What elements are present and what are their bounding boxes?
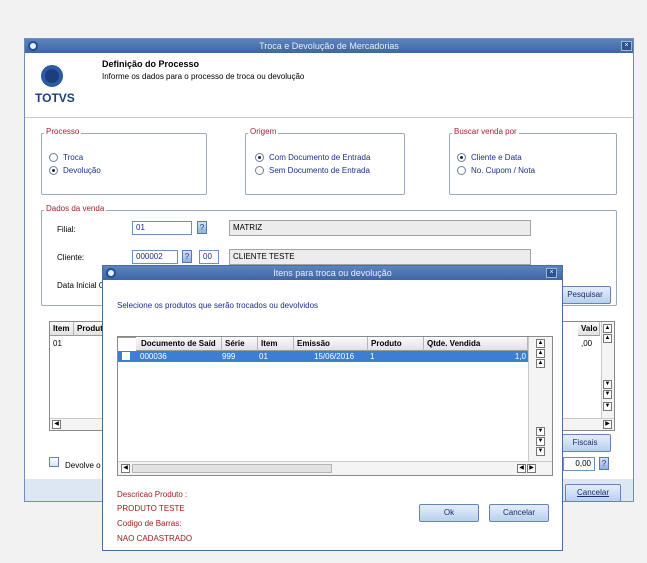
dialog-scroll-top-icon[interactable]: ▲ [536, 339, 545, 348]
descricao-label: Descricao Produto : [117, 490, 188, 499]
dialog-scroll-bottom-icon[interactable]: ▼ [536, 447, 545, 456]
origem-group [245, 133, 405, 195]
app-icon [28, 41, 38, 51]
logo-ring-icon [41, 65, 63, 87]
sem-documento-radio[interactable] [255, 166, 264, 175]
col-produto-header[interactable]: Produt [74, 322, 104, 336]
dialog-scroll-left-icon[interactable]: ◀ [121, 464, 130, 473]
table-row[interactable]: 000036 999 01 15/06/2016 1 1,0 [118, 351, 528, 362]
scroll-top-icon[interactable]: ▲ [603, 324, 612, 333]
dialog-title: Itens para troca ou devolução [273, 268, 392, 278]
cell-qtde: 1,0 [514, 352, 526, 361]
cliente-data-label: Cliente e Data [471, 153, 522, 162]
cell-serie: 999 [222, 352, 236, 361]
dialog-instruction: Selecione os produtos que serão trocados… [117, 301, 319, 310]
cupom-nota-radio[interactable] [457, 166, 466, 175]
ok-button[interactable]: Ok [419, 504, 479, 522]
scroll-left-icon[interactable]: ◀ [52, 420, 61, 429]
loja-field[interactable]: 00 [199, 250, 219, 264]
cliente-data-radio[interactable] [457, 153, 466, 162]
col-valor-header[interactable]: Valo [578, 322, 600, 336]
row-checkbox[interactable] [122, 352, 130, 360]
cell-item: 01 [259, 352, 268, 361]
cliente-lookup-button[interactable]: ? [182, 250, 192, 263]
data-inicial-label: Data Inicial C [57, 281, 105, 290]
devolucao-radio[interactable] [49, 166, 58, 175]
main-cancelar-button[interactable]: Cancelar [565, 484, 621, 502]
troca-label: Troca [63, 153, 84, 162]
sem-documento-label: Sem Documento de Entrada [269, 166, 370, 175]
logo-text: TOTVS [35, 91, 75, 105]
filial-lookup-button[interactable]: ? [197, 221, 207, 234]
devolucao-label: Devolução [63, 166, 101, 175]
cell-emissao: 15/06/2016 [314, 352, 355, 361]
dialog-horizontal-scrollbar[interactable]: ◀ ◀ ▶ [118, 461, 552, 475]
dialog-close-icon[interactable]: × [546, 268, 557, 278]
col-qtde-header[interactable]: Qtde. Vendida [424, 337, 528, 351]
cell-produto: 1 [370, 352, 375, 361]
cupom-nota-label: No. Cupom / Nota [471, 166, 536, 175]
dialog-scroll-down-icon[interactable]: ▼ [536, 427, 545, 436]
origem-legend: Origem [248, 127, 279, 137]
main-titlebar: Troca e Devolução de Mercadorias [25, 39, 633, 53]
descricao-value: PRODUTO TESTE [117, 504, 185, 513]
processo-legend: Processo [44, 127, 82, 137]
col-serie-header[interactable]: Série [222, 337, 258, 351]
header-divider [25, 117, 633, 118]
com-documento-label: Com Documento de Entrada [269, 153, 371, 162]
dialog-scroll-up-icon[interactable]: ▲ [536, 349, 545, 358]
col-item-header[interactable]: Item [258, 337, 294, 351]
col-documento-header[interactable]: Documento de Saíd [136, 337, 222, 351]
select-col-header[interactable] [118, 337, 136, 338]
col-item-header[interactable]: Item [50, 322, 74, 336]
cliente-label: Cliente: [57, 253, 85, 262]
dialog-titlebar: Itens para troca ou devolução [103, 266, 562, 280]
header-title: Definição do Processo [102, 59, 200, 69]
dialog-scroll-pagedown-icon[interactable]: ▼ [536, 437, 545, 446]
dialog-cancelar-button[interactable]: Cancelar [489, 504, 549, 522]
dialog-scroll-right-icon[interactable]: ◀ [517, 464, 526, 473]
fiscais-button[interactable]: Fiscais [559, 434, 611, 452]
filial-label: Filial: [57, 225, 76, 234]
total-field[interactable]: 0,00 [563, 457, 595, 471]
dialog-vertical-scrollbar[interactable]: ▲ ▲ ▲ ▼ ▼ ▼ [528, 337, 552, 461]
col-produto-header[interactable]: Produto [368, 337, 424, 351]
dados-legend: Dados da venda [44, 204, 107, 214]
filial-desc-field: MATRIZ [229, 220, 531, 236]
dialog-app-icon [106, 268, 116, 278]
scroll-right-icon[interactable]: ▶ [603, 420, 612, 429]
scroll-down-icon[interactable]: ▼ [603, 380, 612, 389]
devolve-checkbox[interactable] [49, 457, 59, 467]
col-emissao-header[interactable]: Emissão [294, 337, 368, 351]
troca-radio[interactable] [49, 153, 58, 162]
com-documento-radio[interactable] [255, 153, 264, 162]
main-title: Troca e Devolução de Mercadorias [259, 41, 399, 51]
pesquisar-button[interactable]: Pesquisar [559, 286, 611, 304]
scroll-up-icon[interactable]: ▲ [603, 334, 612, 343]
devolve-label: Devolve o [65, 461, 101, 470]
dialog-scroll-pageup-icon[interactable]: ▲ [536, 359, 545, 368]
processo-group [41, 133, 207, 195]
total-lookup-button[interactable]: ? [599, 457, 609, 470]
dialog-scroll-right2-icon[interactable]: ▶ [527, 464, 536, 473]
grid-row-valor[interactable]: ,00 [581, 339, 592, 349]
header-subtitle: Informe os dados para o processo de troc… [102, 72, 305, 81]
scroll-bottom-icon[interactable]: ▼ [603, 390, 612, 399]
cliente-field[interactable]: 000002 [132, 250, 178, 264]
close-icon[interactable]: × [621, 41, 632, 51]
dialog-scroll-thumb[interactable] [132, 464, 332, 473]
buscar-group [449, 133, 617, 195]
cliente-desc-field: CLIENTE TESTE [229, 249, 531, 265]
barcode-value: NAO CADASTRADO [117, 534, 193, 543]
barcode-label: Codigo de Barras: [117, 519, 182, 528]
cell-documento: 000036 [140, 352, 167, 361]
itens-dialog: Itens para troca ou devolução × Selecion… [102, 265, 563, 551]
buscar-legend: Buscar venda por [452, 127, 519, 137]
scroll-end-icon[interactable]: ▼ [603, 402, 612, 411]
grid-row-item[interactable]: 01 [53, 339, 62, 349]
filial-field[interactable]: 01 [132, 221, 192, 235]
totvs-logo: TOTVS [35, 63, 75, 107]
dialog-items-grid[interactable]: Documento de Saíd Série Item Emissão Pro… [117, 336, 553, 476]
grid-vertical-scrollbar[interactable]: ▲ ▲ ▼ ▼ ▼ [601, 322, 614, 418]
